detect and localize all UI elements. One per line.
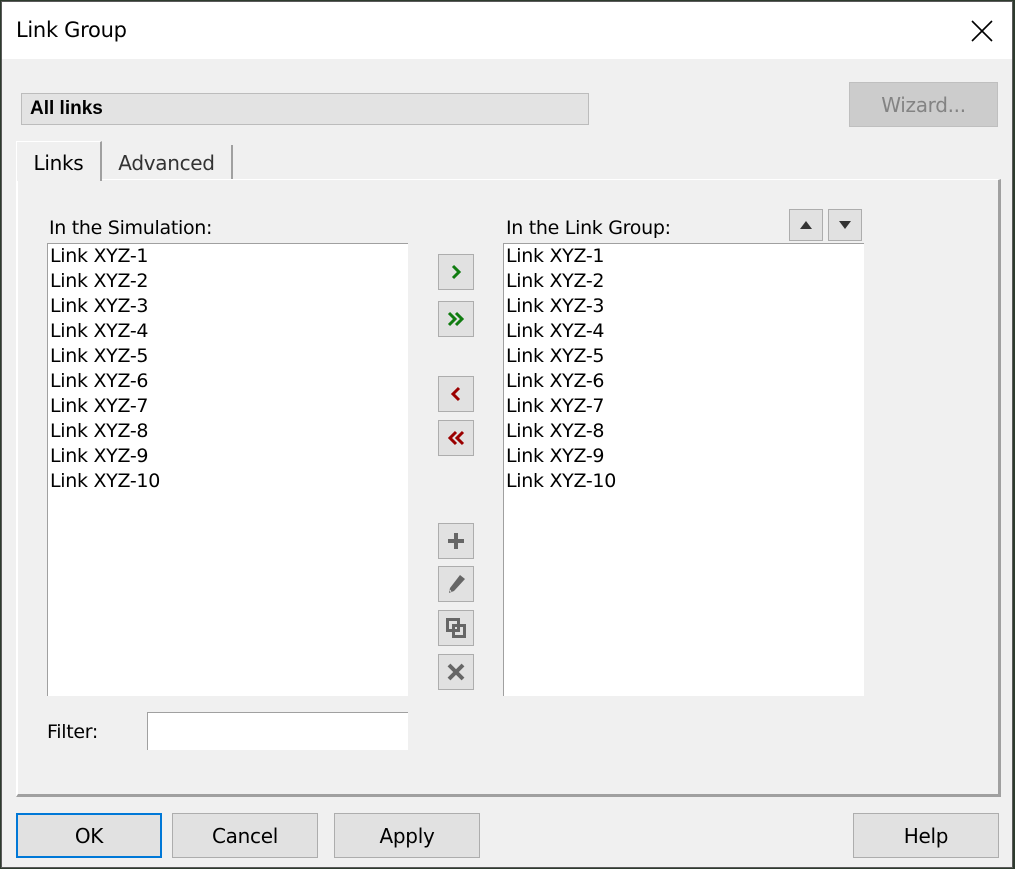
list-item[interactable]: Link XYZ-10 <box>504 469 864 494</box>
list-item[interactable]: Link XYZ-8 <box>48 419 408 444</box>
list-item[interactable]: Link XYZ-6 <box>48 369 408 394</box>
move-up-button[interactable] <box>789 209 823 241</box>
pencil-icon <box>449 575 465 593</box>
duplicate-link-button[interactable] <box>438 610 474 646</box>
close-icon <box>971 19 993 42</box>
duplicate-icon <box>446 618 466 638</box>
list-item[interactable]: Link XYZ-2 <box>504 269 864 294</box>
tab-advanced[interactable]: Advanced <box>102 145 233 179</box>
list-item[interactable]: Link XYZ-3 <box>504 294 864 319</box>
double-chevron-right-icon <box>447 311 465 327</box>
apply-button[interactable]: Apply <box>334 813 480 858</box>
delete-link-button[interactable] <box>438 654 474 690</box>
ok-button[interactable]: OK <box>16 813 162 858</box>
new-link-button[interactable] <box>438 523 474 559</box>
double-chevron-left-icon <box>447 430 465 446</box>
list-item[interactable]: Link XYZ-1 <box>48 244 408 269</box>
list-item[interactable]: Link XYZ-4 <box>504 319 864 344</box>
list-item[interactable]: Link XYZ-8 <box>504 419 864 444</box>
chevron-left-icon <box>450 386 461 402</box>
tab-links[interactable]: Links <box>16 141 102 181</box>
delete-x-icon <box>447 663 465 681</box>
list-item[interactable]: Link XYZ-5 <box>504 344 864 369</box>
group-list-label: In the Link Group: <box>506 217 671 239</box>
triangle-up-icon <box>800 221 812 229</box>
list-item[interactable]: Link XYZ-4 <box>48 319 408 344</box>
remove-all-button[interactable] <box>438 420 474 456</box>
link-group-dialog: Link Group All links Wizard... Advanced … <box>1 1 1013 868</box>
wizard-button[interactable]: Wizard... <box>849 82 998 127</box>
triangle-down-icon <box>839 221 851 229</box>
list-item[interactable]: Link XYZ-5 <box>48 344 408 369</box>
filter-input[interactable] <box>147 712 408 750</box>
title-bar: Link Group <box>2 2 1012 59</box>
add-selected-button[interactable] <box>438 254 474 290</box>
simulation-links-listbox[interactable]: Link XYZ-1 Link XYZ-2 Link XYZ-3 Link XYZ-4… <box>47 243 408 696</box>
simulation-list-label: In the Simulation: <box>49 217 213 239</box>
list-item[interactable]: Link XYZ-3 <box>48 294 408 319</box>
chevron-right-icon <box>451 264 462 280</box>
cancel-button[interactable]: Cancel <box>172 813 318 858</box>
remove-selected-button[interactable] <box>438 376 474 412</box>
list-item[interactable]: Link XYZ-9 <box>504 444 864 469</box>
close-button[interactable] <box>952 2 1012 59</box>
list-item[interactable]: Link XYZ-1 <box>504 244 864 269</box>
list-item[interactable]: Link XYZ-6 <box>504 369 864 394</box>
group-name-field[interactable]: All links <box>21 93 589 125</box>
list-item[interactable]: Link XYZ-10 <box>48 469 408 494</box>
plus-icon <box>448 533 464 549</box>
move-down-button[interactable] <box>828 209 862 241</box>
dialog-title: Link Group <box>16 18 127 42</box>
list-item[interactable]: Link XYZ-7 <box>48 394 408 419</box>
add-all-button[interactable] <box>438 301 474 337</box>
list-item[interactable]: Link XYZ-2 <box>48 269 408 294</box>
list-item[interactable]: Link XYZ-7 <box>504 394 864 419</box>
edit-link-button[interactable] <box>438 566 474 602</box>
help-button[interactable]: Help <box>853 813 999 858</box>
list-item[interactable]: Link XYZ-9 <box>48 444 408 469</box>
group-links-listbox[interactable]: Link XYZ-1 Link XYZ-2 Link XYZ-3 Link XYZ-4… <box>503 243 864 696</box>
filter-label: Filter: <box>47 721 99 743</box>
